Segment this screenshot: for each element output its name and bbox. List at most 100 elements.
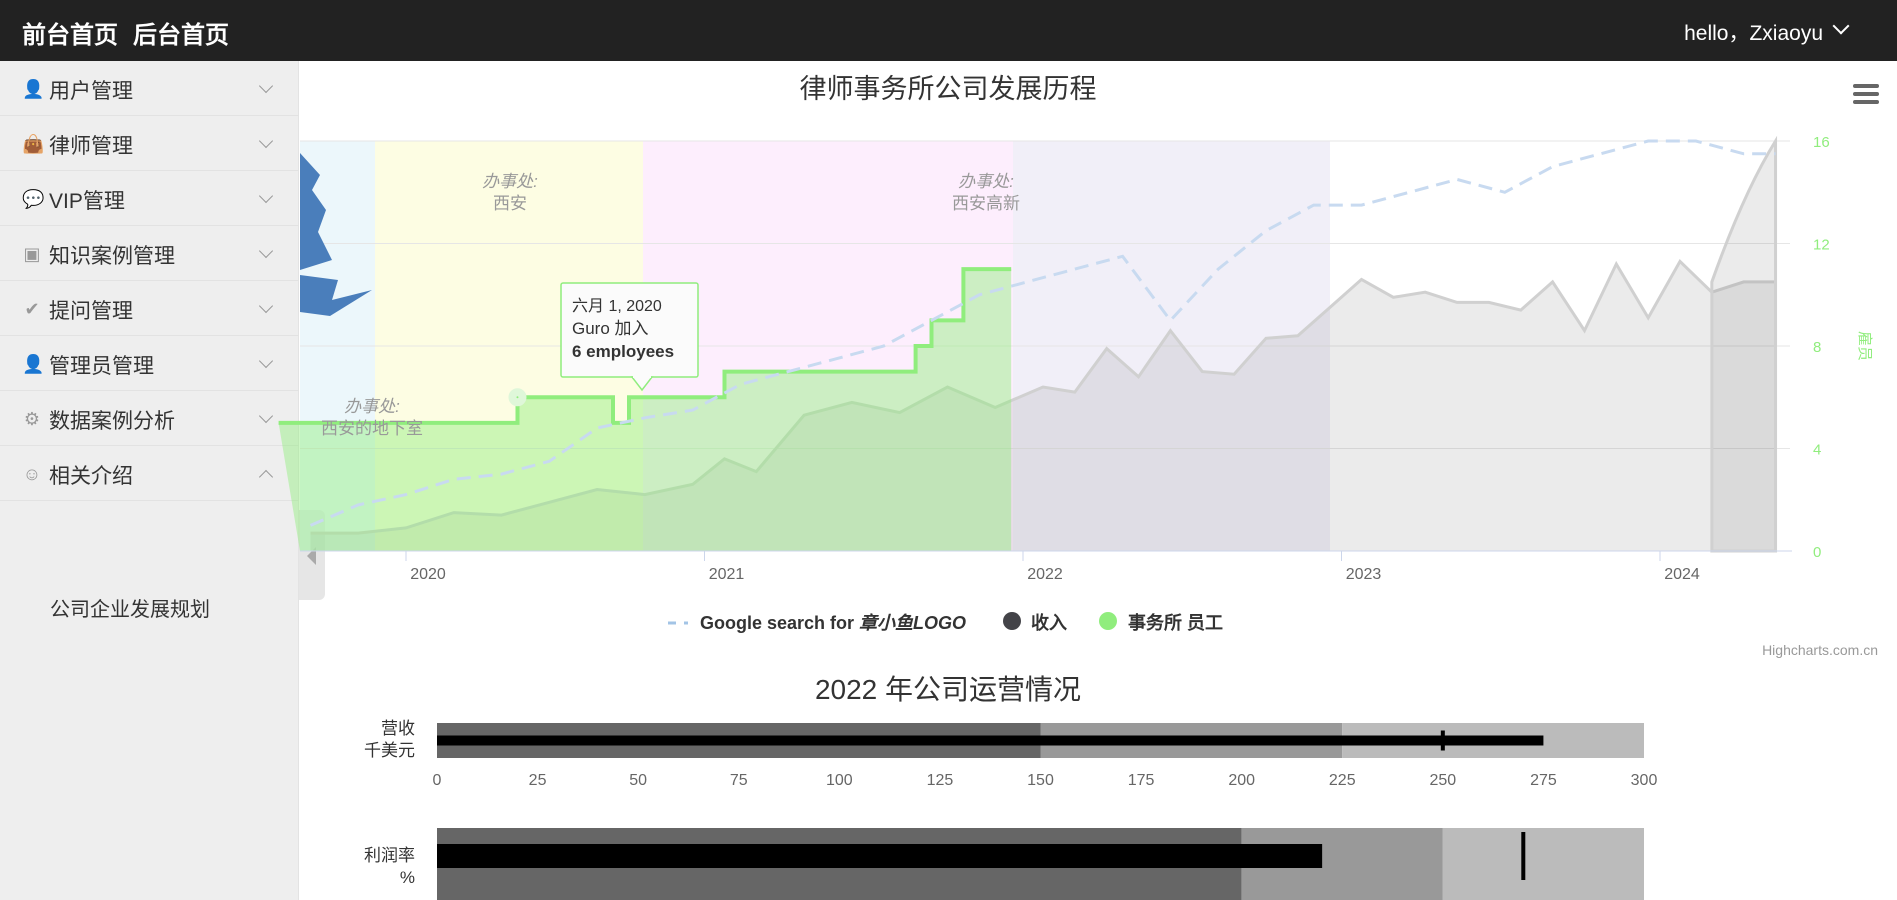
bullet-tick-label: 150	[1027, 772, 1054, 789]
right-axis-label: 雇员	[1856, 331, 1873, 361]
chat-icon: 💬	[22, 189, 45, 209]
chevron-down-icon	[258, 243, 274, 259]
x-tick-label: 2021	[709, 566, 745, 583]
chart1-legend[interactable]: Google search for 章小鱼LOGO 收入 事务所 员工	[668, 612, 1223, 633]
chevron-down-icon	[258, 133, 274, 149]
sidebar-subitem-company-plan[interactable]: 公司企业发展规划	[50, 593, 210, 622]
band-label-title: 办事处:	[344, 397, 400, 416]
back-home-link[interactable]: 后台首页	[133, 15, 229, 50]
tooltip-value: 6 employees	[572, 342, 674, 361]
band-label-title: 办事处:	[958, 172, 1014, 191]
chevron-down-icon	[258, 188, 274, 204]
series-revenue-spike	[1710, 135, 1778, 553]
sidebar-item-label: 律师管理	[49, 135, 133, 158]
sidebar-item-0[interactable]: 👤 用户管理	[0, 61, 299, 116]
sidebar-item-6[interactable]: ⚙ 数据案例分析	[0, 391, 299, 446]
chart-menu-button[interactable]	[1853, 84, 1879, 106]
top-navbar: 前台首页 后台首页 hello，Zxiaoyu	[0, 0, 1897, 61]
bullet-tick-label: 175	[1128, 772, 1155, 789]
bullet-tick-label: 200	[1228, 772, 1255, 789]
bullet-unit-label: 千美元	[364, 741, 415, 760]
triangle-left-icon	[307, 547, 316, 565]
sidebar-item-label: 数据案例分析	[49, 410, 175, 433]
band-label-name: 西安高新	[952, 194, 1020, 213]
chevron-down-icon[interactable]	[1832, 17, 1850, 35]
bullet-tick-label: 300	[1631, 772, 1658, 789]
bullet-target-marker	[1521, 832, 1526, 880]
chart-tooltip: 六月 1, 2020 Guro 加入 6 employees	[560, 282, 699, 392]
sidebar-collapse-button[interactable]	[299, 510, 325, 600]
bullet-value-bar[interactable]	[437, 735, 1544, 746]
y-tick-label: 12	[1813, 237, 1830, 254]
bullet-tick-label: 225	[1329, 772, 1356, 789]
sidebar-item-label: 相关介绍	[49, 465, 133, 488]
front-home-link[interactable]: 前台首页	[22, 15, 118, 50]
sidebar-item-label: 用户管理	[49, 80, 133, 103]
sidebar-item-1[interactable]: 👜 律师管理	[0, 116, 299, 171]
y-tick-label: 0	[1813, 544, 1821, 561]
bullet-tick-label: 75	[730, 772, 748, 789]
sidebar-item-4[interactable]: ✔ 提问管理	[0, 281, 299, 336]
y-tick-label: 4	[1813, 442, 1821, 459]
x-tick-label: 2024	[1664, 566, 1700, 583]
bullet-unit-label: %	[400, 868, 415, 887]
hamburger-icon	[1853, 84, 1879, 88]
chevron-down-icon	[258, 78, 274, 94]
bullet-band	[437, 723, 1041, 758]
logo-flag-shape	[300, 153, 332, 270]
bullet-band	[1442, 828, 1644, 900]
sidebar-item-3[interactable]: ▣ 知识案例管理	[0, 226, 299, 281]
bullet-tick-label: 50	[629, 772, 647, 789]
bullet-tick-label: 275	[1530, 772, 1557, 789]
bullet-band	[437, 828, 1242, 900]
legend-employees[interactable]: 事务所 员工	[1128, 612, 1223, 633]
series-employees-area	[278, 269, 1012, 551]
credits-link: Highcharts.com.cn	[1762, 642, 1878, 658]
sidebar: 公司企业发展规划 👤 用户管理 👜 律师管理 💬 VIP管理 ▣ 知识案例管理 ✔ 提问管理 👤 管理…	[0, 61, 299, 900]
sidebar-item-7[interactable]: ☺ 相关介绍	[0, 446, 299, 501]
bullet-label: 营收	[381, 719, 415, 738]
chevron-down-icon	[258, 353, 274, 369]
sidebar-item-label: 提问管理	[49, 300, 133, 323]
chart2-title: 2022 年公司运营情况	[815, 674, 1081, 705]
chevron-down-icon	[258, 408, 274, 424]
briefcase-icon: 👜	[22, 134, 45, 154]
user-menu[interactable]: hello，Zxiaoyu	[1684, 17, 1823, 47]
bullet-tick-label: 125	[927, 772, 954, 789]
legend-google-search[interactable]: Google search for 章小鱼LOGO	[700, 613, 966, 633]
bullet-target-marker	[1440, 730, 1445, 751]
bullet-tick-label: 0	[433, 772, 442, 789]
sidebar-item-label: VIP管理	[49, 190, 125, 213]
bullet-value-bar[interactable]	[437, 844, 1323, 868]
band-label-name: 西安	[493, 194, 527, 213]
chart1-title: 律师事务所公司发展历程	[800, 74, 1097, 104]
y-tick-label: 8	[1813, 339, 1821, 356]
series-revenue-area	[310, 261, 1776, 551]
sidebar-item-5[interactable]: 👤 管理员管理	[0, 336, 299, 391]
x-tick-label: 2023	[1346, 566, 1382, 583]
x-tick-label: 2022	[1027, 566, 1063, 583]
legend-revenue[interactable]: 收入	[1031, 612, 1067, 633]
bullet-band	[1342, 723, 1644, 758]
person-icon: 👤	[22, 354, 45, 374]
chart-icon: ⚙	[23, 409, 41, 429]
legend-revenue-symbol	[1003, 612, 1021, 630]
series-google-line	[309, 139, 1776, 527]
chevron-up-icon	[258, 469, 274, 485]
bullet-tick-label: 100	[826, 772, 853, 789]
hovered-point[interactable]	[508, 388, 527, 407]
bullet-band	[1241, 828, 1443, 900]
user-icon: 👤	[22, 79, 45, 99]
bullet-tick-label: 25	[529, 772, 547, 789]
band-label-title: 办事处:	[482, 172, 538, 191]
y-tick-label: 16	[1813, 134, 1830, 151]
check-circle-icon: ✔	[24, 299, 40, 319]
legend-employees-symbol	[1099, 612, 1117, 630]
sidebar-item-label: 知识案例管理	[49, 245, 175, 268]
bullet-label: 利润率	[364, 846, 415, 865]
bullet-tick-label: 250	[1429, 772, 1456, 789]
sidebar-item-2[interactable]: 💬 VIP管理	[0, 171, 299, 226]
chevron-down-icon	[258, 298, 274, 314]
media-icon: ▣	[23, 244, 41, 264]
sidebar-item-label: 管理员管理	[49, 355, 154, 378]
